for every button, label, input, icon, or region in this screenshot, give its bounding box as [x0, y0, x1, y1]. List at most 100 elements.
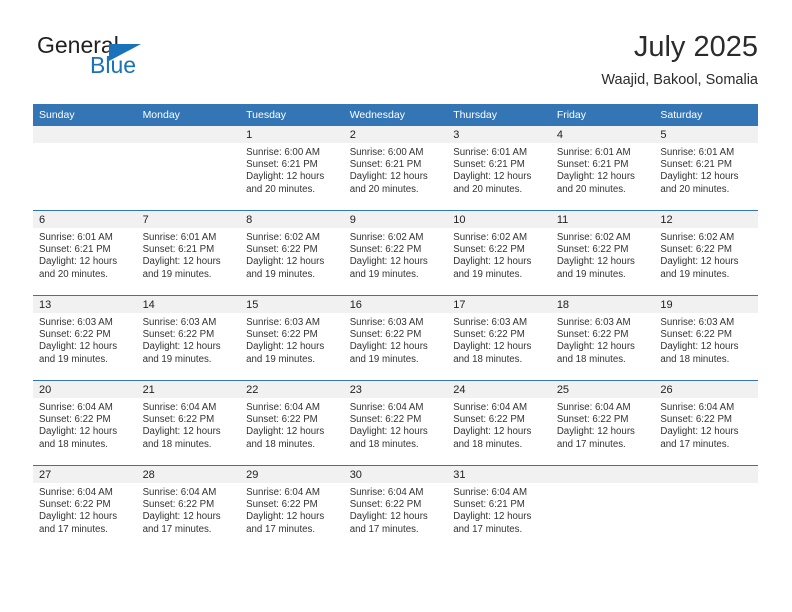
day-details: Sunrise: 6:04 AM Sunset: 6:22 PM Dayligh… — [137, 483, 241, 536]
day-details — [654, 483, 758, 487]
calendar-week-row: 1 Sunrise: 6:00 AM Sunset: 6:21 PM Dayli… — [33, 126, 758, 211]
calendar-cell[interactable] — [136, 126, 241, 211]
calendar-cell[interactable]: 13 Sunrise: 6:03 AM Sunset: 6:22 PM Dayl… — [33, 295, 137, 381]
day-number: 6 — [33, 211, 137, 228]
sunset-text: Sunset: 6:22 PM — [142, 499, 215, 511]
calendar-table: Sunday Monday Tuesday Wednesday Thursday… — [33, 104, 758, 550]
day-details: Sunrise: 6:04 AM Sunset: 6:21 PM Dayligh… — [447, 483, 551, 536]
day-details: Sunrise: 6:01 AM Sunset: 6:21 PM Dayligh… — [33, 228, 137, 281]
sunrise-text: Sunrise: 6:03 AM — [349, 317, 424, 328]
calendar-cell[interactable]: 26 Sunrise: 6:04 AM Sunset: 6:22 PM Dayl… — [654, 380, 758, 466]
calendar-cell[interactable] — [654, 465, 758, 550]
sunrise-text: Sunrise: 6:04 AM — [142, 487, 217, 498]
calendar-cell[interactable]: 17 Sunrise: 6:03 AM Sunset: 6:22 PM Dayl… — [447, 295, 551, 381]
daylight-text-line1: Daylight: 12 hours — [142, 341, 221, 353]
daylight-text-line2: and 17 minutes. — [660, 438, 730, 450]
daylight-text-line1: Daylight: 12 hours — [556, 426, 635, 438]
day-number — [654, 466, 758, 483]
daylight-text-line2: and 19 minutes. — [142, 353, 212, 365]
day-details: Sunrise: 6:03 AM Sunset: 6:22 PM Dayligh… — [447, 313, 551, 366]
day-number: 22 — [240, 381, 344, 398]
calendar-cell[interactable]: 24 Sunrise: 6:04 AM Sunset: 6:22 PM Dayl… — [447, 380, 551, 466]
calendar-cell[interactable]: 27 Sunrise: 6:04 AM Sunset: 6:22 PM Dayl… — [33, 465, 137, 550]
daylight-text-line1: Daylight: 12 hours — [142, 511, 221, 523]
day-details: Sunrise: 6:03 AM Sunset: 6:22 PM Dayligh… — [240, 313, 344, 366]
daylight-text-line2: and 18 minutes. — [453, 438, 523, 450]
calendar-cell[interactable]: 23 Sunrise: 6:04 AM Sunset: 6:22 PM Dayl… — [343, 380, 448, 466]
day-details: Sunrise: 6:01 AM Sunset: 6:21 PM Dayligh… — [447, 143, 551, 196]
sunset-text: Sunset: 6:22 PM — [556, 414, 629, 426]
calendar-cell[interactable]: 8 Sunrise: 6:02 AM Sunset: 6:22 PM Dayli… — [240, 210, 344, 296]
day-details: Sunrise: 6:01 AM Sunset: 6:21 PM Dayligh… — [654, 143, 758, 196]
calendar-cell[interactable]: 9 Sunrise: 6:02 AM Sunset: 6:22 PM Dayli… — [343, 210, 448, 296]
calendar-cell[interactable] — [550, 465, 655, 550]
calendar-cell[interactable]: 22 Sunrise: 6:04 AM Sunset: 6:22 PM Dayl… — [240, 380, 344, 466]
calendar-cell[interactable]: 25 Sunrise: 6:04 AM Sunset: 6:22 PM Dayl… — [550, 380, 655, 466]
daylight-text-line2: and 17 minutes. — [246, 523, 316, 535]
page-subtitle: Waajid, Bakool, Somalia — [601, 72, 758, 88]
day-details: Sunrise: 6:00 AM Sunset: 6:21 PM Dayligh… — [344, 143, 448, 196]
day-details: Sunrise: 6:02 AM Sunset: 6:22 PM Dayligh… — [551, 228, 655, 281]
day-number: 12 — [654, 211, 758, 228]
calendar-cell[interactable]: 5 Sunrise: 6:01 AM Sunset: 6:21 PM Dayli… — [654, 126, 758, 211]
daylight-text-line1: Daylight: 12 hours — [349, 426, 428, 438]
calendar-cell[interactable]: 31 Sunrise: 6:04 AM Sunset: 6:21 PM Dayl… — [447, 465, 551, 550]
day-number: 21 — [136, 381, 241, 398]
sunset-text: Sunset: 6:21 PM — [453, 499, 525, 511]
calendar-cell[interactable]: 10 Sunrise: 6:02 AM Sunset: 6:22 PM Dayl… — [447, 210, 551, 296]
weekday-header-monday: Monday — [136, 104, 241, 126]
sunrise-text: Sunrise: 6:02 AM — [556, 232, 631, 243]
calendar-cell[interactable]: 6 Sunrise: 6:01 AM Sunset: 6:21 PM Dayli… — [33, 210, 137, 296]
daylight-text-line1: Daylight: 12 hours — [453, 171, 532, 183]
general-blue-logo[interactable]: General Blue — [33, 30, 253, 86]
daylight-text-line1: Daylight: 12 hours — [39, 426, 118, 438]
calendar-cell[interactable]: 19 Sunrise: 6:03 AM Sunset: 6:22 PM Dayl… — [654, 295, 758, 381]
daylight-text-line2: and 17 minutes. — [39, 523, 108, 535]
daylight-text-line1: Daylight: 12 hours — [349, 341, 428, 353]
calendar-cell[interactable]: 15 Sunrise: 6:03 AM Sunset: 6:22 PM Dayl… — [240, 295, 344, 381]
daylight-text-line1: Daylight: 12 hours — [453, 426, 532, 438]
calendar-cell[interactable] — [33, 126, 137, 211]
calendar-cell[interactable]: 29 Sunrise: 6:04 AM Sunset: 6:22 PM Dayl… — [240, 465, 344, 550]
daylight-text-line2: and 19 minutes. — [556, 268, 626, 280]
calendar-cell[interactable]: 1 Sunrise: 6:00 AM Sunset: 6:21 PM Dayli… — [240, 126, 344, 211]
calendar-cell[interactable]: 7 Sunrise: 6:01 AM Sunset: 6:21 PM Dayli… — [136, 210, 241, 296]
calendar-cell[interactable]: 18 Sunrise: 6:03 AM Sunset: 6:22 PM Dayl… — [550, 295, 655, 381]
day-number: 5 — [654, 126, 758, 143]
daylight-text-line1: Daylight: 12 hours — [246, 171, 325, 183]
sunrise-text: Sunrise: 6:03 AM — [660, 317, 735, 328]
calendar-week-row: 6 Sunrise: 6:01 AM Sunset: 6:21 PM Dayli… — [33, 210, 758, 296]
daylight-text-line1: Daylight: 12 hours — [453, 341, 532, 353]
day-number: 13 — [33, 296, 137, 313]
calendar-cell[interactable]: 21 Sunrise: 6:04 AM Sunset: 6:22 PM Dayl… — [136, 380, 241, 466]
calendar-cell[interactable]: 28 Sunrise: 6:04 AM Sunset: 6:22 PM Dayl… — [136, 465, 241, 550]
sunrise-text: Sunrise: 6:04 AM — [246, 402, 320, 413]
daylight-text-line1: Daylight: 12 hours — [556, 341, 635, 353]
calendar-cell[interactable]: 20 Sunrise: 6:04 AM Sunset: 6:22 PM Dayl… — [33, 380, 137, 466]
sunset-text: Sunset: 6:21 PM — [556, 159, 629, 171]
daylight-text-line2: and 19 minutes. — [246, 353, 316, 365]
daylight-text-line2: and 18 minutes. — [556, 353, 626, 365]
daylight-text-line2: and 18 minutes. — [660, 353, 730, 365]
daylight-text-line1: Daylight: 12 hours — [349, 511, 428, 523]
day-details: Sunrise: 6:03 AM Sunset: 6:22 PM Dayligh… — [344, 313, 448, 366]
calendar-cell[interactable]: 11 Sunrise: 6:02 AM Sunset: 6:22 PM Dayl… — [550, 210, 655, 296]
day-number: 15 — [240, 296, 344, 313]
calendar-cell[interactable]: 12 Sunrise: 6:02 AM Sunset: 6:22 PM Dayl… — [654, 210, 758, 296]
daylight-text-line1: Daylight: 12 hours — [660, 426, 739, 438]
sunrise-text: Sunrise: 6:03 AM — [453, 317, 528, 328]
sunset-text: Sunset: 6:22 PM — [246, 244, 318, 256]
day-number: 8 — [240, 211, 344, 228]
daylight-text-line1: Daylight: 12 hours — [660, 171, 739, 183]
daylight-text-line1: Daylight: 12 hours — [246, 426, 325, 438]
calendar-cell[interactable]: 30 Sunrise: 6:04 AM Sunset: 6:22 PM Dayl… — [343, 465, 448, 550]
calendar-cell[interactable]: 16 Sunrise: 6:03 AM Sunset: 6:22 PM Dayl… — [343, 295, 448, 381]
day-details: Sunrise: 6:04 AM Sunset: 6:22 PM Dayligh… — [344, 398, 448, 451]
day-number: 3 — [447, 126, 551, 143]
sunset-text: Sunset: 6:22 PM — [453, 329, 525, 341]
calendar-cell[interactable]: 2 Sunrise: 6:00 AM Sunset: 6:21 PM Dayli… — [343, 126, 448, 211]
calendar-cell[interactable]: 14 Sunrise: 6:03 AM Sunset: 6:22 PM Dayl… — [136, 295, 241, 381]
calendar-cell[interactable]: 4 Sunrise: 6:01 AM Sunset: 6:21 PM Dayli… — [550, 126, 655, 211]
day-details: Sunrise: 6:04 AM Sunset: 6:22 PM Dayligh… — [137, 398, 241, 451]
calendar-cell[interactable]: 3 Sunrise: 6:01 AM Sunset: 6:21 PM Dayli… — [447, 126, 551, 211]
